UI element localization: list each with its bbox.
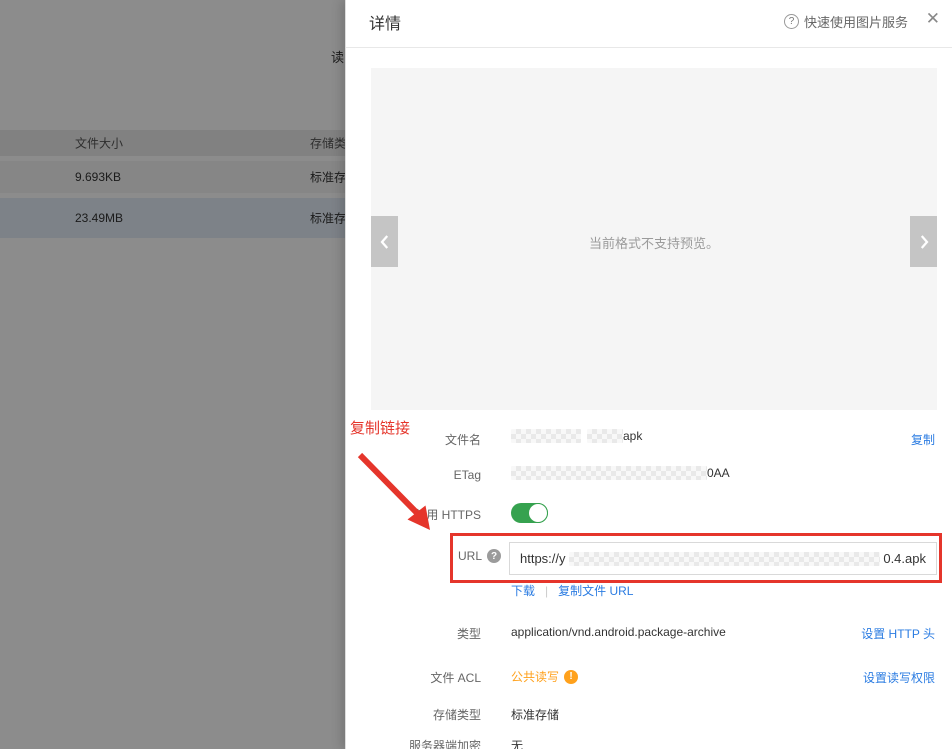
redacted-url-block	[569, 552, 881, 566]
acl-public-read-write-text: 公共读写	[511, 668, 559, 685]
type-value: application/vnd.android.package-archive	[511, 625, 726, 639]
warning-icon: !	[564, 670, 578, 684]
filename-visible-text: apk	[623, 429, 642, 443]
download-link[interactable]: 下载	[511, 582, 535, 599]
chevron-right-icon	[915, 230, 933, 254]
set-acl-permissions-link[interactable]: 设置读写权限	[863, 669, 935, 686]
quick-image-service-label: 快速使用图片服务	[804, 12, 908, 31]
chevron-left-icon	[376, 230, 394, 254]
annotation-copy-link-text: 复制链接	[350, 417, 410, 438]
use-https-label: 使用 HTTPS	[361, 506, 481, 523]
details-panel: 详情 ? 快速使用图片服务 ✕ 当前格式不支持预览。 文件名 apk 复制 ET…	[345, 0, 952, 749]
header-divider	[346, 47, 952, 48]
copy-file-url-link[interactable]: 复制文件 URL	[558, 582, 633, 599]
quick-image-service-link[interactable]: ? 快速使用图片服务	[784, 12, 908, 31]
previous-file-button[interactable]	[371, 216, 398, 267]
help-icon: ?	[784, 14, 799, 29]
toggle-knob	[528, 503, 548, 523]
url-help-icon[interactable]: ?	[487, 549, 501, 563]
url-suffix-text: 0.4.apk	[883, 551, 926, 566]
https-toggle-on[interactable]	[511, 503, 548, 523]
etag-visible-text: 0AA	[707, 466, 730, 480]
modal-dim-overlay[interactable]	[0, 0, 345, 749]
url-input[interactable]: https://y 0.4.apk	[509, 542, 937, 575]
set-http-header-link[interactable]: 设置 HTTP 头	[861, 625, 935, 642]
server-side-encryption-label: 服务器端加密	[361, 737, 481, 749]
server-side-encryption-value: 无	[511, 737, 523, 749]
etag-value: 0AA	[511, 466, 730, 480]
redacted-filename-block	[511, 429, 581, 443]
file-preview-area: 当前格式不支持预览。	[371, 68, 937, 410]
redacted-etag-block	[511, 466, 707, 480]
url-label-group: URL ?	[458, 549, 501, 563]
next-file-button[interactable]	[910, 216, 937, 267]
page: 读 文件大小 存储类型 9.693KB 标准存储 23.49MB 标准存储 详情…	[0, 0, 952, 749]
file-acl-label: 文件 ACL	[361, 669, 481, 686]
filename-value: apk	[511, 429, 642, 443]
close-icon[interactable]: ✕	[926, 9, 940, 29]
url-prefix-text: https://y	[520, 551, 566, 566]
type-label: 类型	[361, 625, 481, 642]
url-label: URL	[458, 549, 482, 563]
background-page: 读 文件大小 存储类型 9.693KB 标准存储 23.49MB 标准存储	[0, 0, 345, 749]
redacted-filename-block	[587, 429, 623, 443]
divider: |	[545, 584, 548, 598]
etag-label: ETag	[361, 468, 481, 482]
preview-unsupported-message: 当前格式不支持预览。	[371, 233, 937, 252]
file-acl-value: 公共读写 !	[511, 668, 578, 685]
panel-title: 详情	[369, 10, 401, 34]
copy-filename-button[interactable]: 复制	[911, 431, 935, 448]
storage-type-value: 标准存储	[511, 706, 559, 723]
url-actions: 下载 | 复制文件 URL	[511, 582, 633, 599]
storage-type-label: 存储类型	[361, 706, 481, 723]
